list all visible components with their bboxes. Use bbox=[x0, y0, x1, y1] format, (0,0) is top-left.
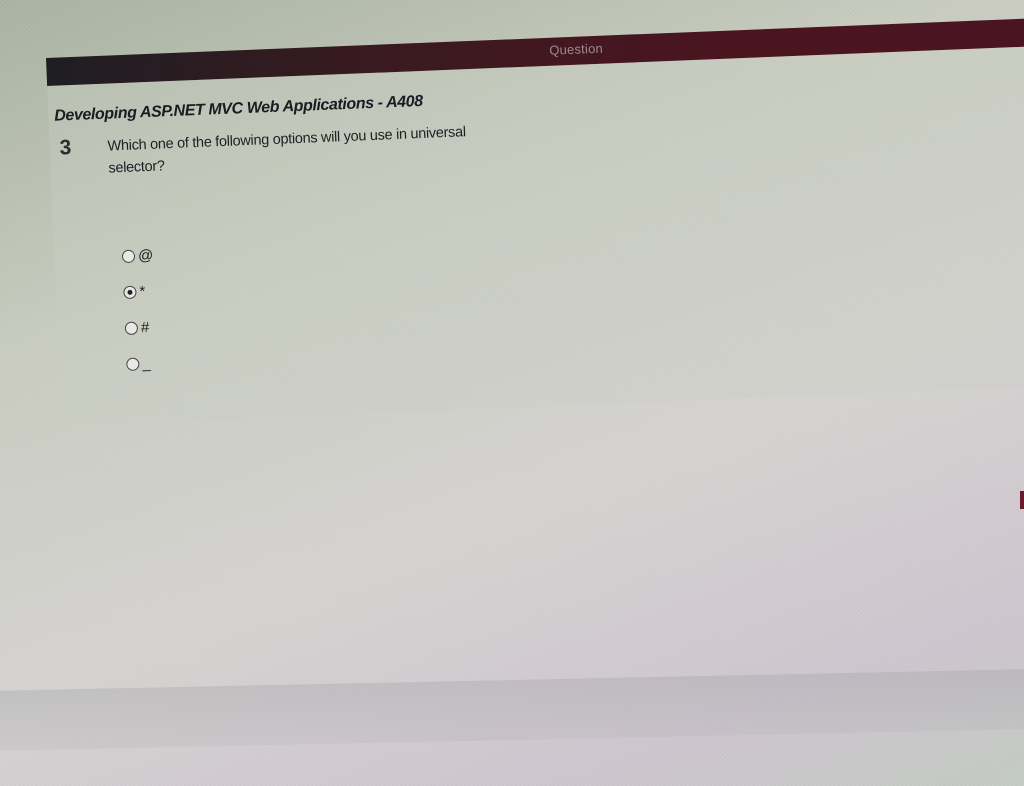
option-at[interactable]: @ bbox=[121, 237, 154, 274]
option-label: # bbox=[140, 318, 150, 336]
answer-options: @ * # _ bbox=[121, 237, 158, 382]
radio-button[interactable] bbox=[123, 285, 137, 299]
radio-button[interactable] bbox=[124, 321, 139, 335]
radio-button[interactable] bbox=[126, 357, 140, 371]
option-label: @ bbox=[137, 246, 154, 264]
quiz-window: Question Developing ASP.NET MVC Web Appl… bbox=[46, 18, 1024, 458]
question-number: 3 bbox=[59, 136, 72, 160]
option-asterisk[interactable]: * bbox=[123, 273, 156, 310]
option-label: * bbox=[139, 282, 146, 300]
screen-reflection-band bbox=[0, 669, 1024, 751]
option-hash[interactable]: # bbox=[124, 309, 157, 346]
option-underscore[interactable]: _ bbox=[126, 345, 159, 382]
edge-marker bbox=[1020, 491, 1024, 509]
option-label: _ bbox=[141, 354, 152, 372]
radio-button[interactable] bbox=[121, 249, 136, 263]
